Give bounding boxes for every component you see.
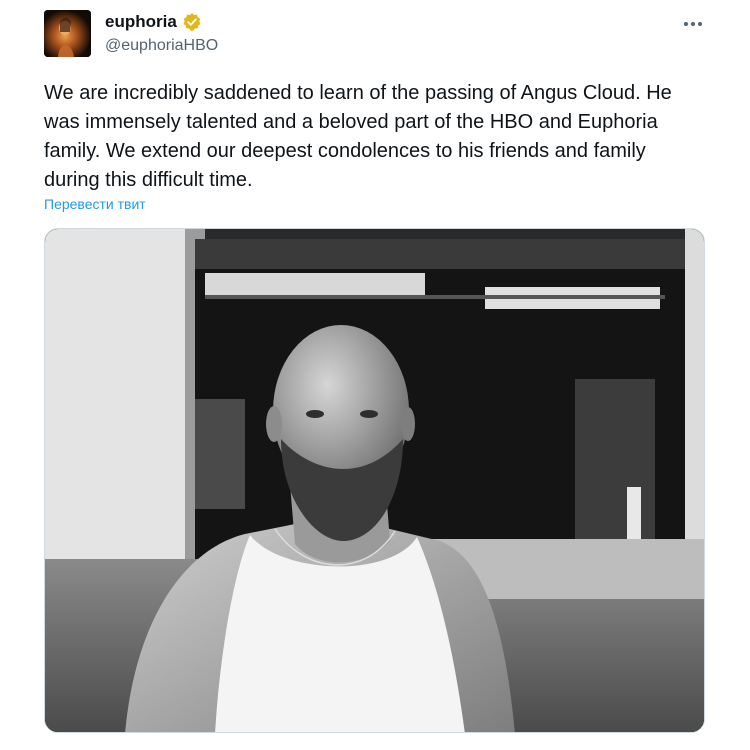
- photo-image: [45, 229, 704, 732]
- tweet-card: euphoria @euphoriaHBO We are incredibly …: [0, 0, 750, 750]
- more-horizontal-icon: [684, 22, 702, 26]
- tweet-text: We are incredibly saddened to learn of t…: [44, 82, 672, 191]
- more-options-button[interactable]: [678, 12, 708, 36]
- tweet-photo[interactable]: [44, 228, 705, 733]
- author-handle[interactable]: @euphoriaHBO: [105, 36, 218, 56]
- translate-tweet-link[interactable]: Перевести твит: [44, 194, 146, 214]
- author-display-name[interactable]: euphoria: [105, 12, 177, 32]
- author-name-row[interactable]: euphoria: [105, 12, 202, 32]
- verified-badge-icon: [182, 12, 202, 32]
- avatar-image: [44, 10, 91, 57]
- author-avatar[interactable]: [44, 10, 91, 57]
